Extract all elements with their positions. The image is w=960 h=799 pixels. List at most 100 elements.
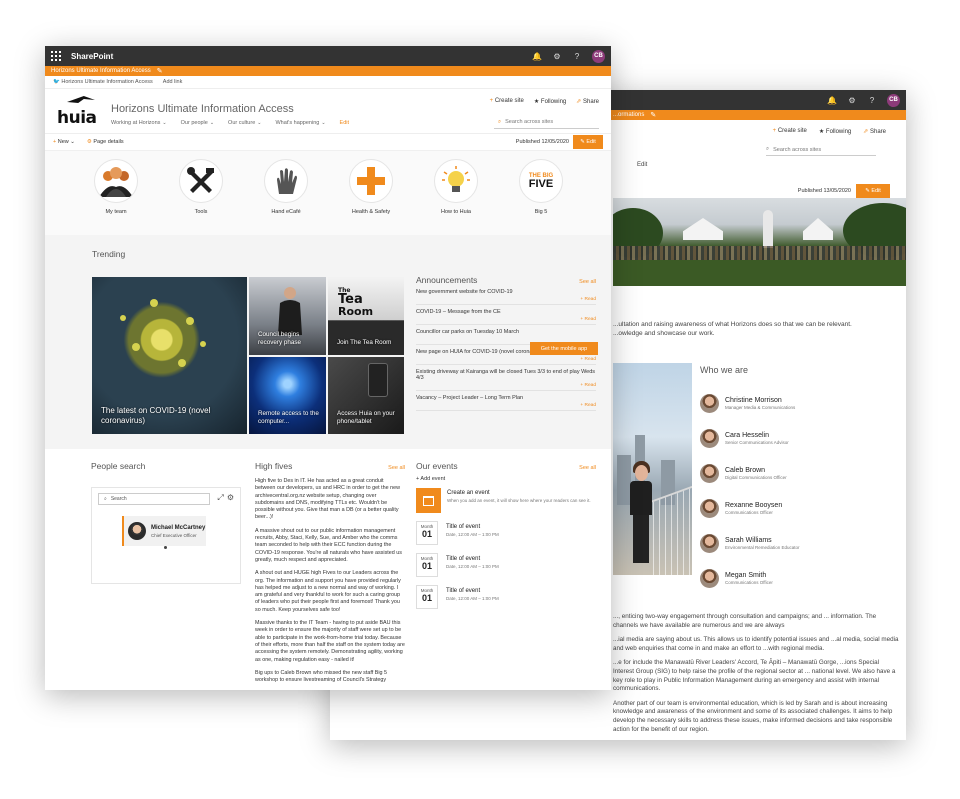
edit-button[interactable]: ✎ Edit [573,135,603,149]
help-icon[interactable]: ? [572,51,582,61]
share-button[interactable]: ⇗ Share [863,128,886,135]
person-result-card[interactable]: Michael McCartney Chief Executive Office… [122,516,206,546]
chevron-down-icon: ⌄ [162,120,167,126]
search-icon: ⌕ [498,118,502,125]
read-more-link[interactable]: + Read [416,383,596,388]
user-avatar[interactable]: CB [887,93,900,107]
read-more-link[interactable]: + Read [416,403,596,408]
hub-link[interactable]: 🐦 Horizons Ultimate Information Access [53,79,153,85]
search-input[interactable]: ⌕ Search across sites [494,116,599,129]
person-avatar [700,429,719,448]
search-input[interactable]: ⌕ Search across sites [766,144,876,156]
notification-bell-icon[interactable]: 🔔 [827,95,837,105]
edit-pencil-icon[interactable]: ✎ [157,67,163,75]
body-text: ..., enticing two-way engagement through… [613,613,899,740]
quick-links: My team Tools Hand eCafé Health & Safety… [45,151,611,239]
hub-name[interactable]: Horizons Ultimate Information Access [51,68,151,74]
nav-item-our-culture[interactable]: Our culture ⌄ [228,120,261,126]
announcement-text: Councillor car parks on Tuesday 10 March [416,329,520,335]
event-title: Title of event [446,588,481,594]
sharepoint-brand[interactable]: SharePoint [71,52,113,61]
site-header: huia Horizons Ultimate Information Acces… [45,89,611,134]
user-avatar[interactable]: CB [592,49,605,63]
chevron-down-icon: ⌄ [321,120,326,126]
page-details-button[interactable]: ⚙ Page details [87,139,124,145]
plus-icon: + [772,128,777,134]
share-button[interactable]: ⇗ Share [576,98,599,105]
trending-tile-huia-mobile[interactable]: Access Huia on your phone/tablet [328,357,404,434]
share-icon: ⇗ [576,99,582,105]
nav-item-whats-happening[interactable]: What's happening ⌄ [275,120,325,126]
trending-tile-recovery[interactable]: Council begins recovery phase [249,277,326,355]
create-event-card[interactable]: Create an event When you add an event, i… [416,488,596,513]
trending-tiles: The latest on COVID-19 (novel coronaviru… [92,277,404,434]
add-event-button[interactable]: + Add event [416,476,596,482]
create-event-description: When you add an event, it will show here… [447,498,591,503]
new-button[interactable]: + New ⌄ [53,139,75,145]
events-see-all[interactable]: See all [579,465,596,471]
app-launcher-icon[interactable] [51,51,61,61]
nav-edit-link[interactable]: Edit [340,120,349,126]
read-more-link[interactable]: + Read [416,317,596,322]
person-card[interactable]: Christine Morrison Manager Media & Commun… [700,386,900,421]
high-five-post: A shout out and HUGE high Fives to our L… [255,570,401,613]
chevron-down-icon: ⌄ [70,139,75,145]
edit-label: Edit [871,188,881,194]
notification-bell-icon[interactable]: 🔔 [532,51,542,61]
person-card[interactable]: Cara Hesselin Senior Communications Advis… [700,421,900,456]
nav-item-our-people[interactable]: Our people ⌄ [181,120,214,126]
edit-button[interactable]: ✎ Edit [856,184,890,198]
chevron-down-icon: ⌄ [209,120,215,126]
announcement-item[interactable]: Existing driveway at Kairanga will be cl… [416,365,596,391]
quicklink-how-to-huia[interactable]: How to Huia [426,159,486,215]
nav-edit-link[interactable]: Edit [637,162,647,168]
following-button[interactable]: ★ Following [534,98,566,105]
event-item[interactable]: Month 01 Title of event Date, 12:00 AM – 1… [416,521,596,545]
settings-gear-icon[interactable]: ⚙ [552,51,562,61]
hero-image [613,198,906,286]
event-date-badge: Month 01 [416,553,438,577]
event-item[interactable]: Month 01 Title of event Date, 12:00 AM – 1… [416,585,596,609]
expand-icon[interactable]: ⤢ [217,493,223,503]
huia-logo[interactable]: huia [57,96,103,128]
person-avatar [700,464,719,483]
announcement-item[interactable]: COVID-19 – Message from the CE + Read [416,305,596,325]
quicklink-my-team[interactable]: My team [86,159,146,215]
announcement-item[interactable]: New government website for COVID-19 + Rea… [416,285,596,305]
people-search-panel: People search ⌕ Search ⤢ ⚙ Michael McCar… [91,461,241,584]
quicklink-hand-ecafe[interactable]: Hand eCafé [256,159,316,215]
person-card[interactable]: Caleb Brown Digital Communications Office… [700,456,900,491]
person-card[interactable]: Sarah Williams Environmental Remediation … [700,526,900,561]
create-site-button[interactable]: + Create site [490,98,524,105]
event-item[interactable]: Month 01 Title of event Date, 12:00 AM – 1… [416,553,596,577]
create-site-button[interactable]: + Create site [773,128,807,135]
hub-name[interactable]: ...ormations [613,112,644,118]
read-more-link[interactable]: + Read [416,357,596,362]
person-role: Chief Executive Officer [151,532,197,538]
event-time: Date, 12:00 AM – 1:00 PM [446,596,499,601]
following-button[interactable]: ★ Following [819,128,851,135]
get-mobile-app-button[interactable]: Get the mobile app [530,342,598,355]
trending-tile-tea-room[interactable]: The Tea Room Join The Tea Room [328,277,404,355]
people-search-input[interactable]: ⌕ Search [98,493,210,505]
trending-tile-remote-access[interactable]: Remote access to the computer... [249,357,326,434]
event-title: Title of event [446,524,481,530]
announcement-text: Existing driveway at Kairanga will be cl… [416,369,596,381]
person-card[interactable]: Megan Smith Communications Officer [700,561,900,596]
quicklink-health-safety[interactable]: Health & Safety [341,159,401,215]
trending-tile-covid[interactable]: The latest on COVID-19 (novel coronaviru… [92,277,247,434]
high-fives-see-all[interactable]: See all [388,465,405,471]
settings-gear-icon[interactable]: ⚙ [227,493,234,503]
announcement-item[interactable]: Vacancy – Project Leader – Long Term Pla… [416,391,596,411]
person-card[interactable]: Rexanne Booysen Communications Officer [700,491,900,526]
add-link[interactable]: Add link [163,79,183,85]
nav-item-working-at-horizons[interactable]: Working at Horizons ⌄ [111,120,167,126]
help-icon[interactable]: ? [867,95,877,105]
edit-pencil-icon[interactable]: ✎ [650,111,656,119]
building-shape [617,455,631,505]
quicklink-big-5[interactable]: THE BIG FIVE Big 5 [511,159,571,215]
settings-gear-icon[interactable]: ⚙ [847,95,857,105]
carousel-dot[interactable] [164,546,167,549]
read-more-link[interactable]: + Read [416,297,596,302]
quicklink-tools[interactable]: Tools [171,159,231,215]
